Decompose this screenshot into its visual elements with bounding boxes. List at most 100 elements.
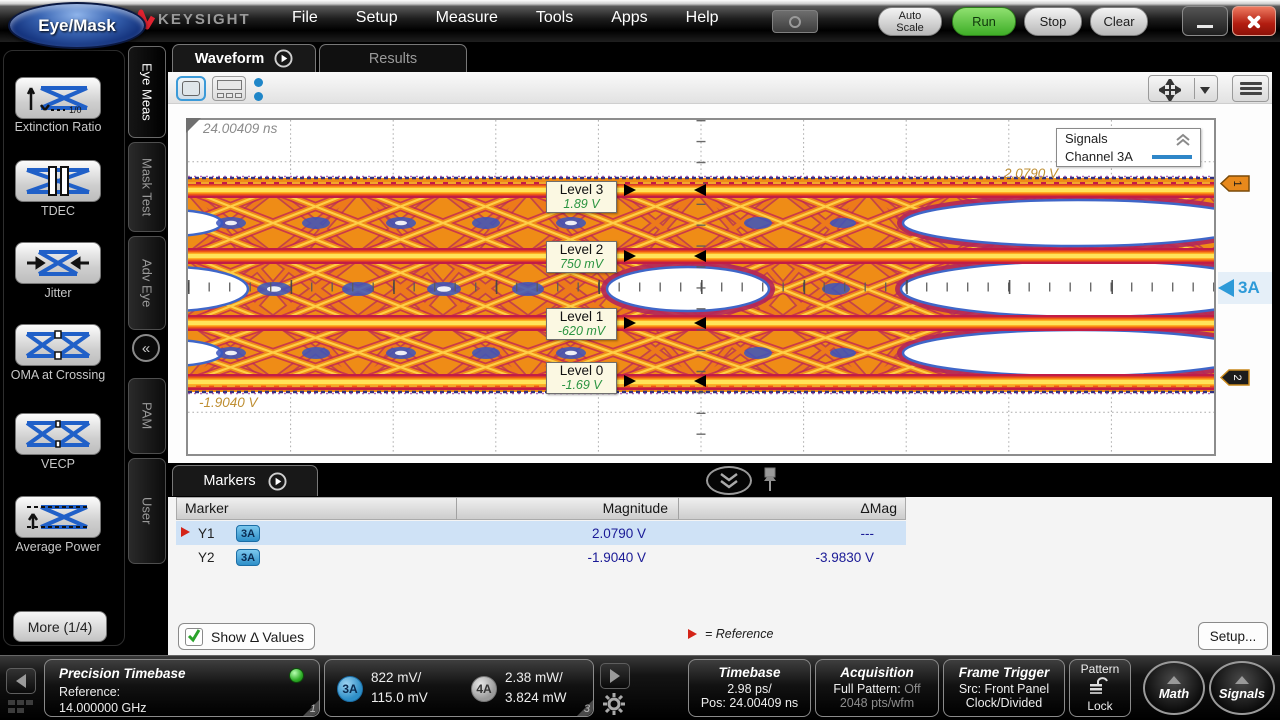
math-button[interactable]: Math xyxy=(1143,661,1205,715)
menu-tools[interactable]: Tools xyxy=(536,9,573,27)
level-value: -620 mV xyxy=(547,324,616,338)
level-marker-right-icon xyxy=(624,317,636,329)
tdec-button[interactable] xyxy=(15,160,101,202)
marker-row-y2[interactable]: Y2 3A -1.9040 V -3.9830 V xyxy=(176,545,906,569)
timebase-position: Pos: 24.00409 ns xyxy=(689,696,810,710)
level-value: -1.69 V xyxy=(547,378,616,392)
level-name: Level 1 xyxy=(547,309,616,324)
sidebar-collapse-button[interactable]: « xyxy=(132,334,160,362)
run-button[interactable]: Run xyxy=(952,7,1016,36)
status-nav-left-button[interactable] xyxy=(6,668,36,694)
column-marker[interactable]: Marker xyxy=(177,498,457,519)
clear-button[interactable]: Clear xyxy=(1090,7,1148,36)
tab-markers[interactable]: Markers xyxy=(172,465,318,496)
legend-title: Signals xyxy=(1065,131,1108,146)
minimize-icon xyxy=(1197,25,1213,28)
vecp-button[interactable] xyxy=(15,413,101,455)
pam4-eye-diagram xyxy=(188,120,1214,454)
stop-button[interactable]: Stop xyxy=(1024,7,1082,36)
measurement-label: Average Power xyxy=(0,540,116,554)
level-name: Level 0 xyxy=(547,363,616,378)
app-mode-button[interactable]: Eye/Mask xyxy=(8,2,146,49)
sidebar-tab-pam[interactable]: PAM xyxy=(128,378,166,454)
column-dmag[interactable]: ΔMag xyxy=(679,498,905,519)
gear-icon[interactable] xyxy=(602,692,626,716)
menu-measure[interactable]: Measure xyxy=(436,9,498,27)
average-power-icon xyxy=(25,502,91,532)
frame-trigger-source: Src: Front Panel xyxy=(944,682,1064,696)
legend-collapse-icon[interactable] xyxy=(1174,133,1192,147)
page-grid-icon[interactable] xyxy=(8,700,34,714)
left-triangle-icon xyxy=(16,674,26,688)
precision-timebase-title: Precision Timebase xyxy=(59,666,186,681)
marker-y1-handle[interactable]: 1 xyxy=(1220,175,1250,192)
chevron-double-down-icon xyxy=(716,471,742,491)
sidebar-tab-user[interactable]: User xyxy=(128,458,166,564)
eye-diagram-plot[interactable] xyxy=(186,118,1216,456)
pan-tool-button[interactable] xyxy=(1148,75,1218,102)
reference-arrow-icon xyxy=(688,629,697,639)
checkbox-icon xyxy=(185,628,203,646)
legend-channel-label: Channel 3A xyxy=(1065,149,1133,164)
channels-panel[interactable]: 3A 822 mV/ 115.0 mV 4A 2.38 mW/ 3.824 mW… xyxy=(324,659,594,717)
drag-handle-dot-icon[interactable] xyxy=(254,92,263,101)
acquisition-panel[interactable]: Acquisition Full Pattern: Off 2048 pts/w… xyxy=(815,659,939,717)
play-icon[interactable] xyxy=(268,472,287,491)
column-magnitude[interactable]: Magnitude xyxy=(457,498,679,519)
channel-3a-handle[interactable]: 3A xyxy=(1218,272,1272,304)
hamburger-menu-button[interactable] xyxy=(1232,75,1269,102)
drag-handle-dot-icon[interactable] xyxy=(254,78,263,87)
sidebar-tab-mask-test[interactable]: Mask Test xyxy=(128,142,166,232)
auto-scale-button[interactable]: Auto Scale xyxy=(878,7,942,36)
level-marker-left-icon xyxy=(694,375,706,387)
status-nav-right-button[interactable] xyxy=(600,663,630,689)
math-label: Math xyxy=(1159,686,1189,701)
frame-trigger-panel[interactable]: Frame Trigger Src: Front Panel Clock/Div… xyxy=(943,659,1065,717)
pin-button[interactable] xyxy=(760,467,780,494)
precision-timebase-panel[interactable]: Precision Timebase Reference: 14.000000 … xyxy=(44,659,320,717)
jitter-button[interactable] xyxy=(15,242,101,284)
timebase-panel[interactable]: Timebase 2.98 ps/ Pos: 24.00409 ns xyxy=(688,659,811,717)
marker-magnitude: 2.0790 V xyxy=(434,526,656,541)
level-name: Level 3 xyxy=(547,182,616,197)
sidebar-tab-adv-eye[interactable]: Adv Eye xyxy=(128,236,166,330)
tab-results-label: Results xyxy=(369,51,417,67)
signals-legend[interactable]: Signals Channel 3A xyxy=(1056,128,1201,167)
measurement-label: Extinction Ratio xyxy=(0,120,116,134)
menu-help[interactable]: Help xyxy=(686,9,719,27)
channel-4a-offset: 3.824 mW xyxy=(505,690,567,705)
marker-y2-handle[interactable]: 2 xyxy=(1220,369,1250,386)
tab-waveform[interactable]: Waveform xyxy=(172,44,316,72)
signals-button[interactable]: Signals xyxy=(1209,661,1275,715)
single-view-button[interactable] xyxy=(176,76,206,101)
camera-icon[interactable] xyxy=(772,10,818,33)
split-view-button[interactable] xyxy=(212,76,246,101)
status-led-icon xyxy=(289,668,304,683)
extinction-ratio-button[interactable]: 1/0 xyxy=(15,77,101,119)
channel-3a-badge: 3A xyxy=(337,676,363,702)
extinction-ratio-icon: 1/0 xyxy=(25,83,91,113)
more-measurements-button[interactable]: More (1/4) xyxy=(13,611,107,642)
tdec-icon xyxy=(25,166,91,196)
channel-4a-scale: 2.38 mW/ xyxy=(505,670,563,685)
panel-collapse-button[interactable] xyxy=(706,466,752,495)
markers-setup-button[interactable]: Setup... xyxy=(1198,622,1268,650)
marker-row-y1[interactable]: Y1 3A 2.0790 V --- xyxy=(176,521,906,545)
dropdown-arrow-icon[interactable] xyxy=(1200,87,1210,94)
channel-4a-badge: 4A xyxy=(471,676,497,702)
menu-setup[interactable]: Setup xyxy=(356,9,398,27)
pattern-lock-panel[interactable]: Pattern Lock xyxy=(1069,659,1131,717)
play-icon[interactable] xyxy=(274,49,293,68)
tab-results[interactable]: Results xyxy=(319,44,467,72)
menu-apps[interactable]: Apps xyxy=(611,9,647,27)
sidebar-tab-eye-meas[interactable]: Eye Meas xyxy=(128,46,166,138)
menu-file[interactable]: File xyxy=(292,9,318,27)
show-delta-values-checkbox[interactable]: Show Δ Values xyxy=(178,623,315,650)
signals-label: Signals xyxy=(1219,686,1265,701)
minimize-button[interactable] xyxy=(1182,6,1228,36)
average-power-button[interactable] xyxy=(15,496,101,538)
marker-name: Y2 xyxy=(176,550,236,565)
close-button[interactable] xyxy=(1232,6,1276,36)
oma-at-crossing-button[interactable] xyxy=(15,324,101,366)
panel-page-number: 3 xyxy=(584,703,590,715)
